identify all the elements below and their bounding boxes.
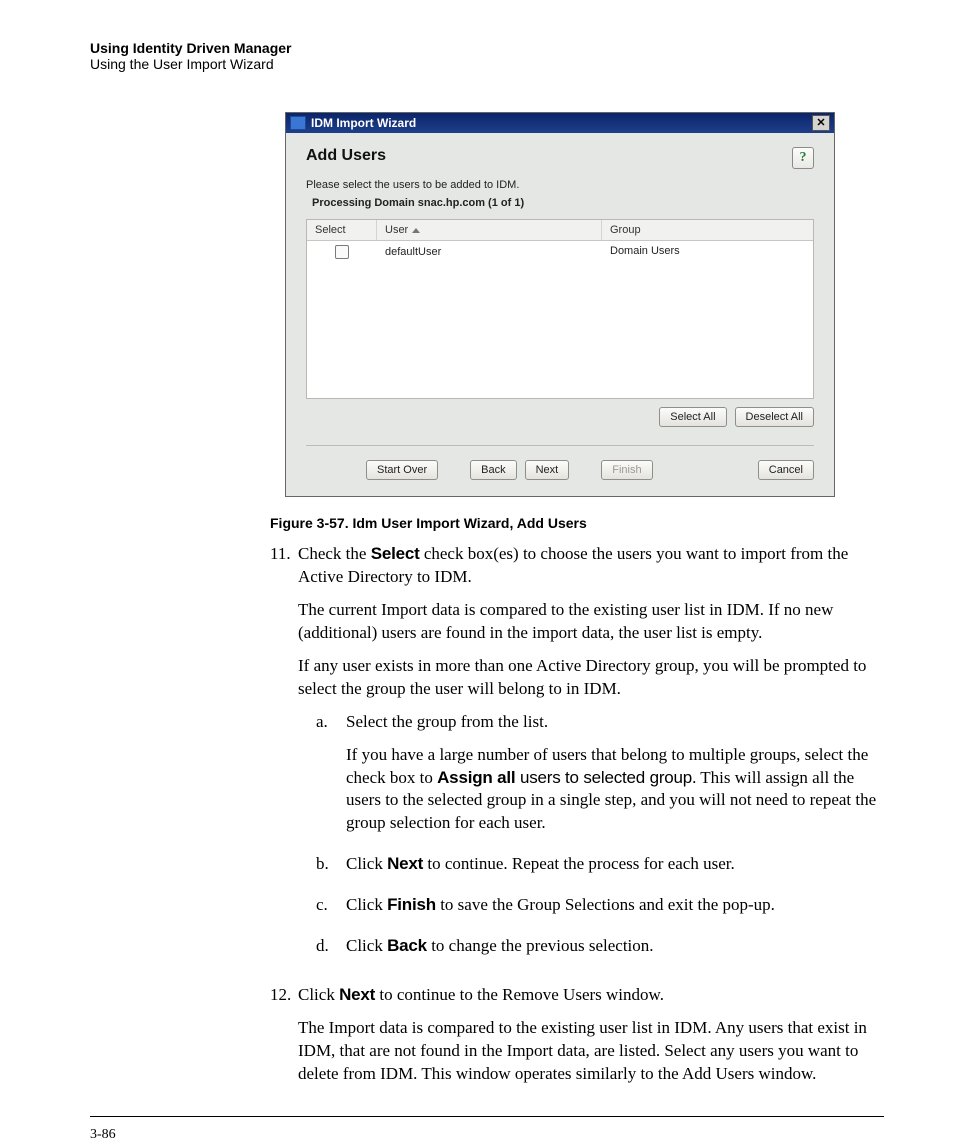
close-button[interactable]: ✕: [812, 115, 830, 131]
body-text: 11. Check the Select check box(es) to ch…: [270, 543, 884, 1096]
wizard-instruction: Please select the users to be added to I…: [306, 179, 814, 191]
bold-select: Select: [371, 544, 420, 563]
deselect-all-button[interactable]: Deselect All: [735, 407, 814, 427]
step-number: 11.: [270, 543, 298, 976]
wizard-heading: Add Users: [306, 147, 386, 165]
figure-caption: Figure 3-57. Idm User Import Wizard, Add…: [270, 515, 884, 531]
bold-assign-all: Assign all: [437, 768, 515, 787]
wizard-dialog: IDM Import Wizard ✕ Add Users ? Please s…: [285, 112, 835, 497]
table-row[interactable]: defaultUser Domain Users: [307, 241, 813, 263]
wizard-status: Processing Domain snac.hp.com (1 of 1): [306, 197, 814, 209]
cancel-button[interactable]: Cancel: [758, 460, 814, 480]
start-over-button[interactable]: Start Over: [366, 460, 438, 480]
header-subtitle: Using the User Import Wizard: [90, 56, 884, 72]
sort-ascending-icon: [412, 228, 420, 233]
page-header: Using Identity Driven Manager Using the …: [90, 40, 884, 72]
help-icon: ?: [800, 150, 807, 166]
page-number: 3-86: [90, 1127, 884, 1143]
header-title: Using Identity Driven Manager: [90, 40, 884, 56]
substep-c: c. Click Finish to save the Group Select…: [316, 894, 884, 927]
users-table: Select User Group defaultUser Domain Use…: [306, 219, 814, 399]
col-header-select[interactable]: Select: [307, 220, 377, 240]
window-title: IDM Import Wizard: [311, 116, 812, 130]
col-header-group[interactable]: Group: [602, 220, 813, 240]
finish-button: Finish: [601, 460, 652, 480]
footer-rule: [90, 1116, 884, 1117]
titlebar: IDM Import Wizard ✕: [286, 113, 834, 133]
step-12: 12. Click Next to continue to the Remove…: [270, 984, 884, 1096]
help-button[interactable]: ?: [792, 147, 814, 169]
substep-d: d. Click Back to change the previous sel…: [316, 935, 884, 968]
substep-b: b. Click Next to continue. Repeat the pr…: [316, 853, 884, 886]
back-button[interactable]: Back: [470, 460, 516, 480]
select-all-button[interactable]: Select All: [659, 407, 726, 427]
step-11: 11. Check the Select check box(es) to ch…: [270, 543, 884, 976]
col-header-user-label: User: [385, 224, 408, 236]
app-icon: [290, 116, 306, 130]
cell-user: defaultUser: [377, 241, 602, 263]
table-header-row: Select User Group: [307, 220, 813, 241]
col-header-user[interactable]: User: [377, 220, 602, 240]
cell-group: Domain Users: [602, 241, 813, 263]
row-checkbox[interactable]: [335, 245, 349, 259]
next-button[interactable]: Next: [525, 460, 570, 480]
step-number: 12.: [270, 984, 298, 1096]
close-icon: ✕: [816, 118, 825, 129]
substep-a: a. Select the group from the list. If yo…: [316, 711, 884, 846]
